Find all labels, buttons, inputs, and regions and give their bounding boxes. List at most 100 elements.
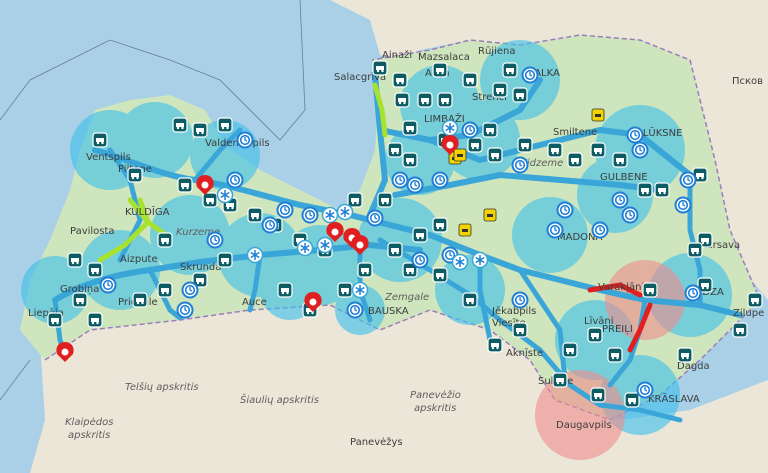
map-canvas[interactable]: Ainaži Mazsalaca Rūjiena Salacgrīva Aloj… bbox=[0, 0, 768, 473]
truck-camera-icon[interactable] bbox=[587, 327, 603, 343]
truck-camera-icon[interactable] bbox=[372, 60, 388, 76]
snowflake-icon[interactable] bbox=[246, 246, 264, 264]
snowflake-icon[interactable] bbox=[321, 206, 339, 224]
truck-camera-icon[interactable] bbox=[392, 72, 408, 88]
snowflake-icon[interactable] bbox=[451, 253, 469, 271]
clock-sensor-icon[interactable] bbox=[679, 171, 697, 189]
truck-camera-icon[interactable] bbox=[467, 137, 483, 153]
clock-sensor-icon[interactable] bbox=[99, 276, 117, 294]
snowflake-icon[interactable] bbox=[471, 251, 489, 269]
truck-camera-icon[interactable] bbox=[432, 217, 448, 233]
truck-camera-icon[interactable] bbox=[437, 92, 453, 108]
truck-camera-icon[interactable] bbox=[637, 182, 653, 198]
snowflake-icon[interactable] bbox=[441, 119, 459, 137]
truck-camera-icon[interactable] bbox=[87, 312, 103, 328]
clock-sensor-icon[interactable] bbox=[261, 216, 279, 234]
truck-camera-icon[interactable] bbox=[177, 177, 193, 193]
clock-sensor-icon[interactable] bbox=[406, 176, 424, 194]
clock-sensor-icon[interactable] bbox=[511, 291, 529, 309]
truck-camera-icon[interactable] bbox=[487, 337, 503, 353]
snowflake-icon[interactable] bbox=[316, 236, 334, 254]
roadworks-icon[interactable] bbox=[483, 208, 497, 222]
snowflake-icon[interactable] bbox=[351, 281, 369, 299]
clock-sensor-icon[interactable] bbox=[431, 171, 449, 189]
truck-camera-icon[interactable] bbox=[567, 152, 583, 168]
truck-camera-icon[interactable] bbox=[607, 347, 623, 363]
truck-camera-icon[interactable] bbox=[432, 267, 448, 283]
clock-sensor-icon[interactable] bbox=[366, 209, 384, 227]
snowflake-icon[interactable] bbox=[336, 203, 354, 221]
truck-camera-icon[interactable] bbox=[132, 292, 148, 308]
truck-camera-icon[interactable] bbox=[217, 117, 233, 133]
truck-camera-icon[interactable] bbox=[654, 182, 670, 198]
clock-sensor-icon[interactable] bbox=[301, 206, 319, 224]
clock-sensor-icon[interactable] bbox=[276, 201, 294, 219]
truck-camera-icon[interactable] bbox=[642, 282, 658, 298]
truck-camera-icon[interactable] bbox=[157, 232, 173, 248]
clock-sensor-icon[interactable] bbox=[411, 251, 429, 269]
clock-sensor-icon[interactable] bbox=[236, 131, 254, 149]
truck-camera-icon[interactable] bbox=[387, 242, 403, 258]
roadworks-icon[interactable] bbox=[453, 148, 467, 162]
clock-sensor-icon[interactable] bbox=[521, 66, 539, 84]
truck-camera-icon[interactable] bbox=[687, 242, 703, 258]
truck-camera-icon[interactable] bbox=[462, 292, 478, 308]
clock-sensor-icon[interactable] bbox=[631, 141, 649, 159]
truck-camera-icon[interactable] bbox=[590, 387, 606, 403]
clock-sensor-icon[interactable] bbox=[626, 126, 644, 144]
truck-camera-icon[interactable] bbox=[517, 137, 533, 153]
truck-camera-icon[interactable] bbox=[247, 207, 263, 223]
truck-camera-icon[interactable] bbox=[624, 392, 640, 408]
clock-sensor-icon[interactable] bbox=[546, 221, 564, 239]
clock-sensor-icon[interactable] bbox=[621, 206, 639, 224]
truck-camera-icon[interactable] bbox=[217, 252, 233, 268]
truck-camera-icon[interactable] bbox=[482, 122, 498, 138]
truck-camera-icon[interactable] bbox=[562, 342, 578, 358]
truck-camera-icon[interactable] bbox=[502, 62, 518, 78]
roadworks-icon[interactable] bbox=[458, 223, 472, 237]
truck-camera-icon[interactable] bbox=[677, 347, 693, 363]
truck-camera-icon[interactable] bbox=[387, 142, 403, 158]
truck-camera-icon[interactable] bbox=[417, 92, 433, 108]
truck-camera-icon[interactable] bbox=[202, 192, 218, 208]
truck-camera-icon[interactable] bbox=[732, 322, 748, 338]
truck-camera-icon[interactable] bbox=[512, 87, 528, 103]
truck-camera-icon[interactable] bbox=[277, 282, 293, 298]
snowflake-icon[interactable] bbox=[216, 186, 234, 204]
truck-camera-icon[interactable] bbox=[192, 122, 208, 138]
truck-camera-icon[interactable] bbox=[462, 72, 478, 88]
truck-camera-icon[interactable] bbox=[67, 252, 83, 268]
truck-camera-icon[interactable] bbox=[612, 152, 628, 168]
truck-camera-icon[interactable] bbox=[747, 292, 763, 308]
truck-camera-icon[interactable] bbox=[92, 132, 108, 148]
truck-camera-icon[interactable] bbox=[87, 262, 103, 278]
clock-sensor-icon[interactable] bbox=[206, 231, 224, 249]
truck-camera-icon[interactable] bbox=[357, 262, 373, 278]
clock-sensor-icon[interactable] bbox=[391, 171, 409, 189]
truck-camera-icon[interactable] bbox=[377, 192, 393, 208]
truck-camera-icon[interactable] bbox=[512, 322, 528, 338]
clock-sensor-icon[interactable] bbox=[556, 201, 574, 219]
clock-sensor-icon[interactable] bbox=[636, 381, 654, 399]
clock-sensor-icon[interactable] bbox=[611, 191, 629, 209]
clock-sensor-icon[interactable] bbox=[181, 281, 199, 299]
clock-sensor-icon[interactable] bbox=[461, 121, 479, 139]
truck-camera-icon[interactable] bbox=[402, 152, 418, 168]
truck-camera-icon[interactable] bbox=[347, 192, 363, 208]
truck-camera-icon[interactable] bbox=[47, 312, 63, 328]
truck-camera-icon[interactable] bbox=[157, 282, 173, 298]
truck-camera-icon[interactable] bbox=[487, 147, 503, 163]
truck-camera-icon[interactable] bbox=[412, 227, 428, 243]
clock-sensor-icon[interactable] bbox=[226, 171, 244, 189]
clock-sensor-icon[interactable] bbox=[684, 284, 702, 302]
truck-camera-icon[interactable] bbox=[402, 120, 418, 136]
clock-sensor-icon[interactable] bbox=[591, 221, 609, 239]
truck-camera-icon[interactable] bbox=[492, 82, 508, 98]
truck-camera-icon[interactable] bbox=[172, 117, 188, 133]
roadworks-icon[interactable] bbox=[591, 108, 605, 122]
clock-sensor-icon[interactable] bbox=[176, 301, 194, 319]
clock-sensor-icon[interactable] bbox=[511, 156, 529, 174]
truck-camera-icon[interactable] bbox=[337, 282, 353, 298]
road-condition-map[interactable]: Ainaži Mazsalaca Rūjiena Salacgrīva Aloj… bbox=[0, 0, 768, 473]
clock-sensor-icon[interactable] bbox=[674, 196, 692, 214]
